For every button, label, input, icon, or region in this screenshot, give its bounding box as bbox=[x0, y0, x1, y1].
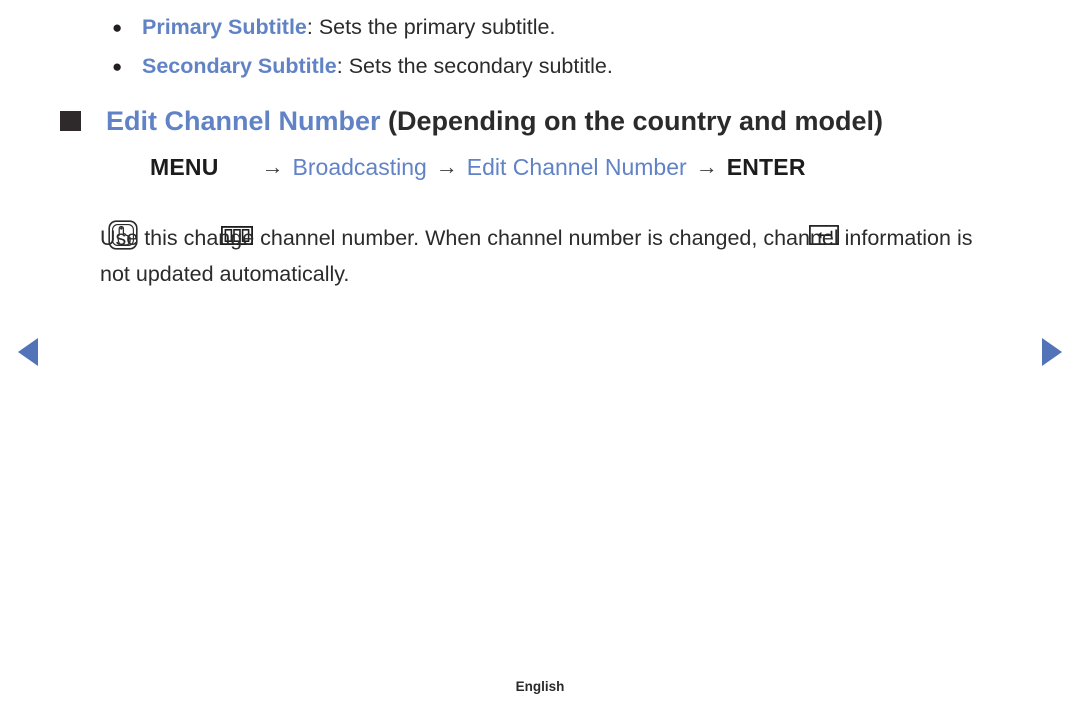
list-item: ● Primary Subtitle: Sets the primary sub… bbox=[112, 8, 1012, 47]
previous-page-button[interactable] bbox=[18, 338, 38, 366]
list-item-label: Primary Subtitle bbox=[142, 15, 307, 39]
enter-return-icon bbox=[808, 157, 839, 245]
list-item-description: : Sets the primary subtitle. bbox=[306, 15, 556, 39]
next-page-button[interactable] bbox=[1042, 338, 1062, 366]
bullet-list: ● Primary Subtitle: Sets the primary sub… bbox=[112, 8, 1012, 86]
manual-page: ● Primary Subtitle: Sets the primary sub… bbox=[0, 0, 1080, 705]
menu-step-edit-channel-number[interactable]: Edit Channel Number bbox=[467, 150, 687, 184]
menu-button-label: MENU bbox=[150, 154, 219, 180]
hand-press-icon bbox=[108, 152, 138, 250]
path-arrow-icon: → bbox=[435, 154, 458, 179]
section-title-main: Edit Channel Number bbox=[106, 106, 381, 136]
menu-bars-icon bbox=[220, 158, 253, 245]
footer-language: English bbox=[515, 679, 565, 694]
list-item-label: Secondary Subtitle bbox=[142, 54, 337, 78]
path-arrow-icon: → bbox=[261, 154, 284, 179]
square-bullet-icon bbox=[60, 111, 81, 131]
section-title-note: (Depending on the country and model) bbox=[380, 106, 884, 136]
body-paragraph: Use this change channel number. When cha… bbox=[100, 225, 973, 286]
section-heading: Edit Channel Number (Depending on the co… bbox=[60, 100, 883, 142]
bullet-dot-icon: ● bbox=[112, 57, 123, 76]
menu-path: MENU → Broadcasting → Edit Channel Numbe… bbox=[108, 150, 839, 250]
enter-button-label: ENTER bbox=[726, 154, 806, 180]
path-arrow-icon: → bbox=[695, 154, 718, 179]
list-item-description: : Sets the secondary subtitle. bbox=[336, 54, 613, 78]
bullet-dot-icon: ● bbox=[112, 18, 123, 37]
page-title: Edit Channel Number (Depending on the co… bbox=[106, 100, 883, 142]
list-item: ● Secondary Subtitle: Sets the secondary… bbox=[112, 47, 1012, 86]
menu-step-broadcasting[interactable]: Broadcasting bbox=[293, 150, 427, 184]
